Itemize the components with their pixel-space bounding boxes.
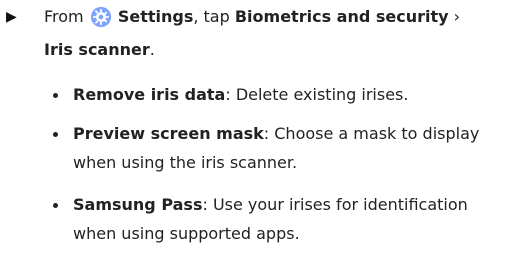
iris-scanner-label: Iris scanner (44, 40, 150, 59)
list-item: Remove iris data: Delete existing irises… (53, 80, 503, 109)
bullet-text: : Delete existing irises. (225, 85, 409, 104)
list-item: Samsung Pass: Use your irises for identi… (53, 190, 503, 248)
bullet-dot (53, 93, 58, 98)
bullet-title: Preview screen mask (73, 124, 264, 143)
chevron-right-icon: › (453, 7, 461, 26)
tap-text: , tap (193, 7, 230, 26)
bullet-dot (53, 132, 58, 137)
play-arrow-icon: ▶ (6, 9, 17, 25)
list-item: Preview screen mask: Choose a mask to di… (53, 119, 503, 177)
bullet-title: Samsung Pass (73, 195, 203, 214)
step-text: From Settings, tap Biometrics and securi… (44, 0, 499, 66)
bullet-title: Remove iris data (73, 85, 226, 104)
bullet-dot (53, 203, 58, 208)
from-text: From (44, 7, 84, 26)
options-list: Remove iris data: Delete existing irises… (53, 80, 503, 258)
settings-label: Settings (117, 7, 194, 26)
gear-icon (90, 6, 111, 28)
period-text: . (149, 40, 155, 59)
biometrics-and-security-label: Biometrics and security (234, 7, 449, 26)
instruction-page: ▶ From Settings, tap Biometrics and secu… (0, 0, 506, 261)
